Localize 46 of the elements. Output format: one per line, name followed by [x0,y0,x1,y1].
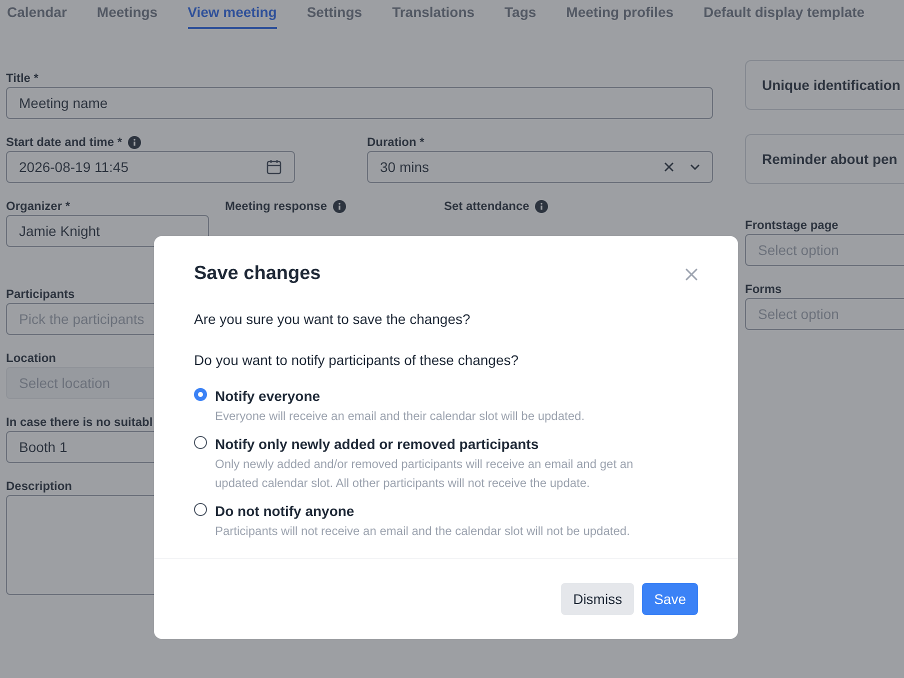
dialog-prompt: Do you want to notify participants of these changes? [194,350,520,370]
save-button[interactable]: Save [642,583,698,615]
field-label: Meeting response [225,198,328,215]
collapsible-card[interactable]: Unique identification [745,60,904,110]
chevron-down-icon[interactable] [690,164,700,170]
field-label: Description [6,478,72,495]
radio-button[interactable] [194,502,207,516]
option-label[interactable]: Notify only newly added or removed participants [215,434,665,454]
nav-tab[interactable]: Meetings [96,0,158,29]
dialog-title: Save changes [194,262,321,286]
field-label: Location [6,350,56,367]
collapsible-card[interactable]: Reminder about pen [745,134,904,184]
radio-button[interactable] [194,388,207,400]
nav-tab[interactable]: Meeting profiles [566,0,674,29]
info-icon [128,136,142,148]
option-description: Only newly added and/or removed participants will receive an email and get an updated calendar slot. All other participants will not receive the update. [215,456,634,492]
field-label: Duration * [367,134,424,151]
field-label: Start date and time * [6,134,122,151]
nav-tab[interactable]: View meeting [188,0,277,29]
text-field[interactable]: Meeting name [6,87,713,119]
nav-tab[interactable]: Tags [504,0,536,29]
option-description: Everyone will receive an email and their calendar slot will be updated. [215,408,586,424]
text-field[interactable]: Jamie Knight [6,215,209,247]
nav-tab[interactable]: Default display template [704,0,865,29]
field-label: In case there is no suitabl [6,414,153,431]
info-icon [333,200,346,212]
clear-icon[interactable] [664,162,674,172]
field-label: Frontstage page [745,217,840,234]
option-description: Participants will not receive an email and the calendar slot will not be updated. [215,522,631,540]
info-icon [535,200,548,212]
nav-tab[interactable]: Settings [306,0,362,29]
field-label: Participants [6,286,75,303]
field-label: Organizer * [6,198,70,215]
option-label[interactable]: Do not notify anyone [215,500,665,522]
dismiss-button[interactable]: Dismiss [561,583,634,615]
field-label: Title * [6,70,38,87]
calendar-icon[interactable] [266,159,282,175]
nav-tab[interactable]: Translations [392,0,475,29]
option-label[interactable]: Notify everyone [215,386,665,406]
radio-button[interactable] [194,436,207,448]
date-field[interactable]: 2026-08-19 11:45 [6,151,295,183]
duration-select[interactable]: 30 mins [367,151,713,183]
field-label: Forms [745,281,783,298]
dialog-question: Are you sure you want to save the changes? [194,310,472,329]
field-label: Set attendance [444,198,530,215]
nav-tab[interactable]: Calendar [7,0,67,29]
